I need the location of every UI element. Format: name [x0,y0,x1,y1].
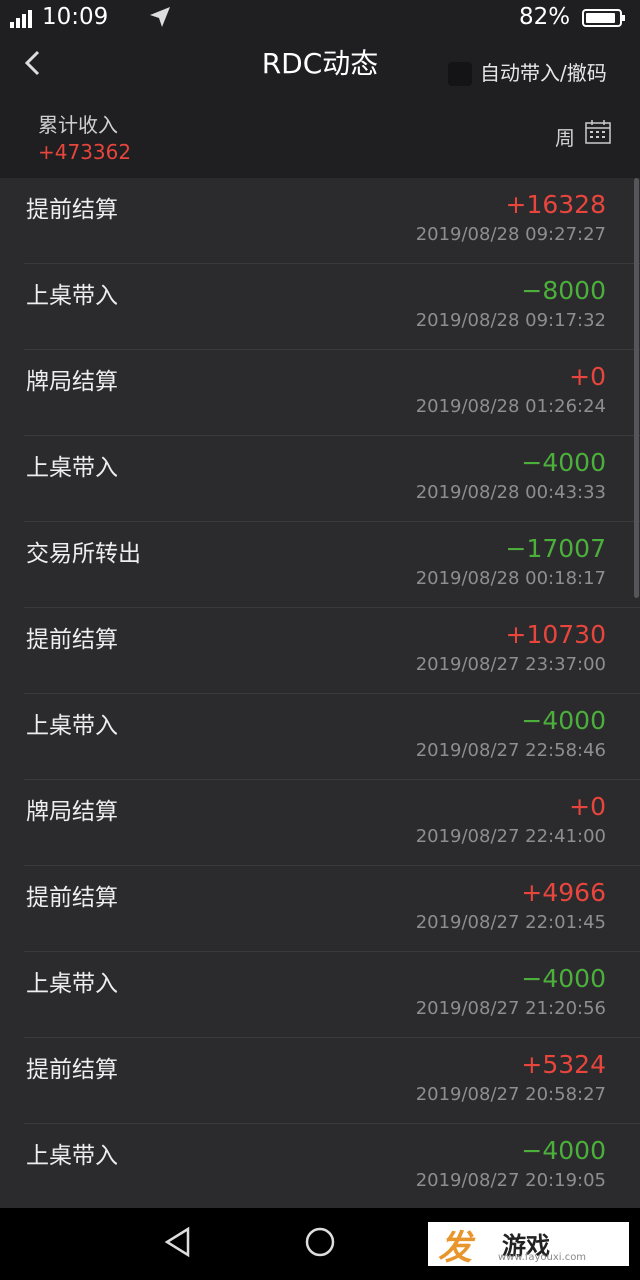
record-amount: +0 [569,362,606,391]
scrollbar[interactable] [634,178,639,598]
auto-toggle-checkbox[interactable] [448,62,472,86]
record-type: 牌局结算 [26,369,118,395]
record-type: 上桌带入 [26,971,118,997]
list-item[interactable]: 牌局结算 +0 2019/08/28 01:26:24 [0,350,640,436]
record-type: 提前结算 [26,885,118,911]
record-time: 2019/08/27 21:20:56 [415,998,606,1019]
list-item[interactable]: 提前结算 +5324 2019/08/27 20:58:27 [0,1038,640,1124]
record-amount: +0 [569,792,606,821]
record-time: 2019/08/27 22:58:46 [415,740,606,761]
calendar-icon[interactable] [585,120,611,144]
total-income-label: 累计收入 [38,113,118,137]
list-item[interactable]: 上桌带入 −4000 2019/08/27 20:19:05 [0,1124,640,1210]
record-type: 提前结算 [26,627,118,653]
location-arrow-icon [150,7,170,27]
record-time: 2019/08/27 23:37:00 [415,654,606,675]
auto-toggle-label[interactable]: 自动带入/撤码 [480,57,607,86]
record-time: 2019/08/27 20:58:27 [415,1084,606,1105]
record-type: 上桌带入 [26,283,118,309]
record-type: 交易所转出 [26,541,141,567]
total-income-value: +473362 [38,140,132,164]
watermark-brand: 发 [438,1228,472,1268]
watermark-logo: 发 游戏 www.fayouxi.com [428,1222,629,1268]
list-item[interactable]: 提前结算 +4966 2019/08/27 22:01:45 [0,866,640,952]
period-selector[interactable]: 周 [555,122,575,151]
record-time: 2019/08/28 00:18:17 [415,568,606,589]
system-nav-bar: 发 游戏 www.fayouxi.com [0,1208,640,1280]
record-type: 提前结算 [26,197,118,223]
record-amount: −4000 [521,964,606,993]
header: RDC动态 自动带入/撤码 [0,36,640,94]
list-item[interactable]: 上桌带入 −4000 2019/08/27 21:20:56 [0,952,640,1038]
record-type: 上桌带入 [26,713,118,739]
list-item[interactable]: 提前结算 +10730 2019/08/27 23:37:00 [0,608,640,694]
record-amount: −4000 [521,448,606,477]
record-time: 2019/08/28 09:27:27 [415,224,606,245]
record-time: 2019/08/28 09:17:32 [415,310,606,331]
nav-back-icon[interactable] [163,1226,193,1258]
summary-panel: 累计收入 +473362 周 [0,94,640,178]
record-time: 2019/08/27 22:41:00 [415,826,606,847]
list-item[interactable]: 上桌带入 −8000 2019/08/28 09:17:32 [0,264,640,350]
record-amount: −4000 [521,706,606,735]
battery-icon [582,9,625,27]
record-amount: +5324 [521,1050,606,1079]
record-amount: −4000 [521,1136,606,1165]
list-item[interactable]: 上桌带入 −4000 2019/08/27 22:58:46 [0,694,640,780]
record-list: 提前结算 +16328 2019/08/28 09:27:27 上桌带入 −80… [0,178,640,1210]
nav-home-icon[interactable] [304,1226,336,1258]
record-amount: −17007 [505,534,606,563]
signal-icon [10,10,36,28]
list-item[interactable]: 交易所转出 −17007 2019/08/28 00:18:17 [0,522,640,608]
status-bar: 10:09 82% [0,0,640,36]
battery-percent: 82% [519,4,571,30]
status-time: 10:09 [42,4,109,30]
list-item[interactable]: 上桌带入 −4000 2019/08/28 00:43:33 [0,436,640,522]
record-amount: +4966 [521,878,606,907]
list-item[interactable]: 提前结算 +16328 2019/08/28 09:27:27 [0,178,640,264]
record-time: 2019/08/28 00:43:33 [415,482,606,503]
record-amount: −8000 [521,276,606,305]
record-type: 上桌带入 [26,1143,118,1169]
record-time: 2019/08/27 20:19:05 [415,1170,606,1191]
record-amount: +16328 [505,190,606,219]
record-type: 提前结算 [26,1057,118,1083]
list-item[interactable]: 牌局结算 +0 2019/08/27 22:41:00 [0,780,640,866]
record-time: 2019/08/27 22:01:45 [415,912,606,933]
record-type: 上桌带入 [26,455,118,481]
record-amount: +10730 [505,620,606,649]
record-time: 2019/08/28 01:26:24 [415,396,606,417]
watermark-url: www.fayouxi.com [498,1252,587,1263]
record-type: 牌局结算 [26,799,118,825]
